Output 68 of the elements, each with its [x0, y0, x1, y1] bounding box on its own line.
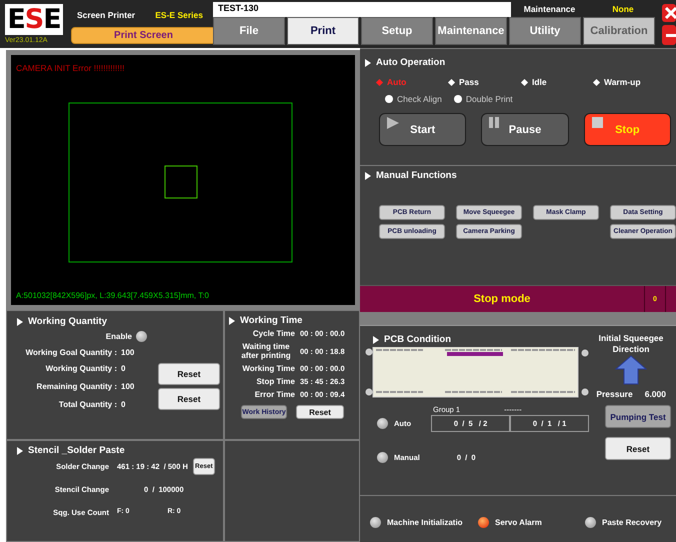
series-label: ES-E Series [155, 10, 203, 20]
time-label: Working Time [241, 364, 295, 373]
tab[interactable]: File [213, 17, 285, 45]
quantity-value: 100 [121, 382, 136, 391]
triangle-icon [17, 446, 23, 454]
option-radio[interactable]: Double Print [454, 94, 513, 104]
reset-button[interactable]: Reset [605, 437, 671, 460]
pause-icon [489, 117, 500, 128]
triangle-icon [229, 316, 235, 324]
tab[interactable]: Maintenance [435, 17, 507, 45]
status-mode-text: Stop mode [472, 292, 532, 307]
stop-icon [592, 117, 603, 128]
quantity-value: 0 [121, 400, 126, 409]
time-label: Cycle Time [252, 329, 295, 338]
indicator-label: Machine Initializatio [387, 518, 463, 526]
section-title: Auto Operation [376, 57, 446, 68]
triangle-icon [17, 318, 23, 326]
pressure-label: Pressure [596, 389, 633, 399]
status-label: None [611, 4, 635, 16]
indicator-label: Servo Alarm [495, 518, 542, 526]
target-rectangle [164, 166, 198, 198]
option-radio[interactable]: Check Align [385, 94, 442, 104]
squeegee-direction-label: Initial Squeegee Direction [598, 333, 664, 355]
pressure-value: 6.000 [644, 389, 666, 399]
play-icon [387, 117, 399, 129]
reset-button[interactable]: Reset [296, 405, 344, 419]
tab[interactable]: Print [287, 17, 359, 45]
time-label: Error Time [254, 390, 295, 399]
mode-radio[interactable]: Idle [522, 77, 594, 87]
section-title: Stencil _Solder Paste [28, 445, 125, 456]
enable-lamp[interactable] [136, 331, 147, 342]
triangle-icon [365, 172, 371, 180]
quantity-label: Total Quantity : [58, 400, 117, 409]
triangle-icon [365, 58, 371, 66]
tab[interactable]: Setup [361, 17, 433, 45]
close-icon[interactable] [662, 4, 676, 22]
mode-lamp[interactable] [377, 452, 388, 463]
minimize-icon[interactable] [662, 25, 676, 45]
time-label: Waiting time after printing [240, 342, 292, 360]
up-arrow-icon [615, 355, 647, 385]
section-title: Manual Functions [376, 170, 457, 181]
product-label: Screen Printer [77, 10, 136, 20]
quantity-label: Working Quantity : [44, 364, 117, 374]
tab[interactable]: Utility [509, 17, 581, 45]
mode-lamp[interactable] [377, 418, 388, 429]
time-label: Stop Time [255, 377, 295, 386]
section-title: PCB Condition [384, 334, 452, 345]
pause-button[interactable]: Pause [481, 113, 569, 146]
indicator-label: Paste Recovery [602, 518, 662, 526]
quantity-label: Remaining Quantity : [36, 382, 117, 391]
print-screen-button[interactable]: Print Screen [71, 27, 216, 44]
camera-info-text: A:501032[842X596]px, L:39.643[7.459X5.315]mm, T:0 [16, 291, 210, 300]
enable-label: Enable [106, 332, 132, 341]
section-title: Working Quantity [28, 316, 107, 327]
mode-radio[interactable]: Pass [449, 77, 522, 87]
mode-radio[interactable]: Warm-up [594, 77, 674, 87]
section-title: Working Time [240, 315, 302, 326]
reset-button[interactable]: Reset [158, 363, 220, 385]
pumping-test-button[interactable]: Pumping Test [605, 405, 671, 428]
quantity-label: Working Goal Quantity : [24, 348, 117, 357]
quantity-value: 100 [121, 348, 136, 357]
start-button[interactable]: Start [379, 113, 466, 146]
camera-error-text: CAMERA INIT Error !!!!!!!!!!!!! [16, 63, 126, 73]
job-title-field: TEST-130 [213, 2, 511, 17]
reset-button[interactable]: Reset [158, 388, 220, 410]
logo: ESE [5, 4, 63, 35]
quantity-value: 0 [121, 364, 126, 374]
mode-label: Maintenance [522, 4, 576, 16]
